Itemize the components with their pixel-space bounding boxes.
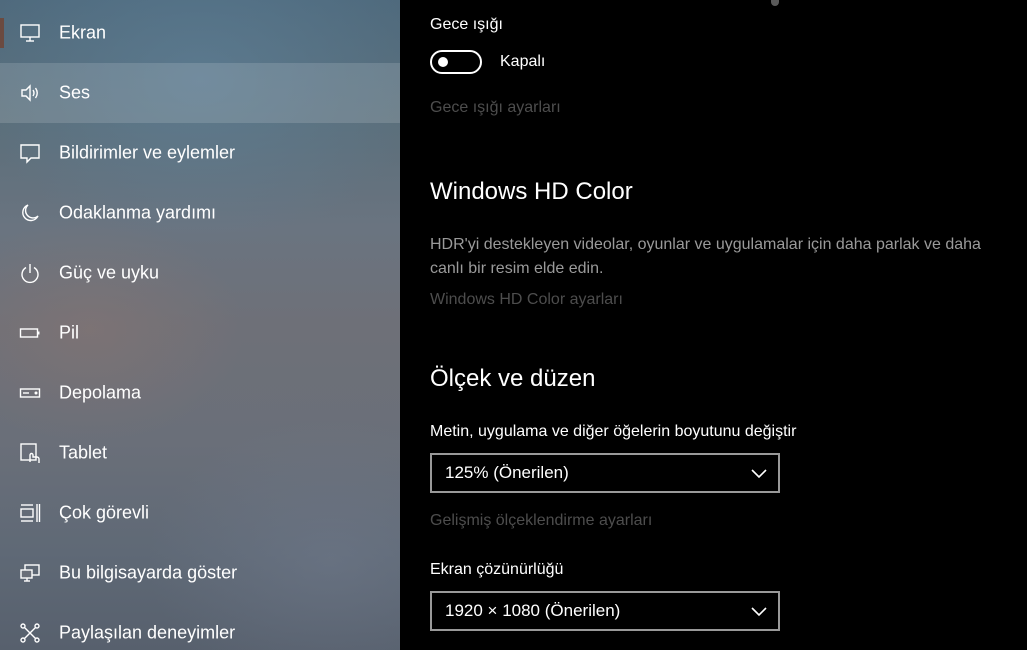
resolution-label: Ekran çözünürlüğü <box>430 561 564 578</box>
resolution-dropdown[interactable]: 1920 × 1080 (Önerilen) <box>430 591 780 631</box>
hd-color-description: HDR'yi destekleyen videolar, oyunlar ve … <box>430 236 981 277</box>
sidebar-item-paylasilan-deneyimler[interactable]: Paylaşılan deneyimler <box>0 603 400 650</box>
moon-icon <box>19 202 41 224</box>
sidebar-item-label: Çok görevli <box>59 502 150 523</box>
night-light-toggle-state: Kapalı <box>500 53 546 70</box>
display-icon <box>19 22 41 44</box>
storage-icon <box>19 382 41 404</box>
scrollbar-thumb[interactable] <box>771 0 779 6</box>
tablet-icon <box>19 442 41 464</box>
sidebar-item-label: Tablet <box>59 442 108 463</box>
sidebar-item-label: Bildirimler ve eylemler <box>59 142 236 163</box>
multitasking-icon <box>19 502 41 524</box>
sidebar-item-guc[interactable]: Güç ve uyku <box>0 243 400 303</box>
battery-icon <box>19 322 41 344</box>
sidebar-item-tablet[interactable]: Tablet <box>0 423 400 483</box>
sidebar-item-label: Bu bilgisayarda göster <box>59 562 238 583</box>
main-content: Gece ışığı Kapalı Gece ışığı ayarları Wi… <box>400 0 1027 650</box>
sidebar-item-depolama[interactable]: Depolama <box>0 363 400 423</box>
power-icon <box>19 262 41 284</box>
sidebar-item-label: Pil <box>59 322 80 343</box>
notification-icon <box>19 142 41 164</box>
project-icon <box>19 562 41 584</box>
scale-label: Metin, uygulama ve diğer öğelerin boyutu… <box>430 423 797 440</box>
sidebar-item-label: Ses <box>59 82 91 103</box>
sidebar-item-odaklanma[interactable]: Odaklanma yardımı <box>0 183 400 243</box>
scale-layout-title: Ölçek ve düzen <box>430 365 596 392</box>
night-light-title: Gece ışığı <box>430 16 503 33</box>
sidebar-item-bu-bilgisayarda-goster[interactable]: Bu bilgisayarda göster <box>0 543 400 603</box>
sidebar-item-label: Odaklanma yardımı <box>59 202 217 223</box>
sidebar-item-label: Paylaşılan deneyimler <box>59 622 236 643</box>
sidebar-item-bildirimler[interactable]: Bildirimler ve eylemler <box>0 123 400 183</box>
sidebar-item-label: Güç ve uyku <box>59 262 160 283</box>
hd-color-title: Windows HD Color <box>430 178 633 205</box>
night-light-toggle[interactable] <box>430 50 482 74</box>
scale-dropdown-value: 125% (Önerilen) <box>445 463 569 482</box>
speaker-icon <box>19 82 41 104</box>
night-light-settings-link[interactable]: Gece ışığı ayarları <box>430 99 561 117</box>
sidebar-item-ekran[interactable]: Ekran <box>0 3 400 63</box>
toggle-knob <box>438 57 448 67</box>
shared-icon <box>19 622 41 644</box>
sidebar-item-label: Depolama <box>59 382 142 403</box>
scale-dropdown[interactable]: 125% (Önerilen) <box>430 453 780 493</box>
resolution-dropdown-value: 1920 × 1080 (Önerilen) <box>445 601 621 620</box>
chevron-down-icon <box>751 469 767 479</box>
sidebar-item-pil[interactable]: Pil <box>0 303 400 363</box>
advanced-scaling-link[interactable]: Gelişmiş ölçeklendirme ayarları <box>430 512 652 530</box>
hd-color-settings-link[interactable]: Windows HD Color ayarları <box>430 291 623 309</box>
sidebar-item-label: Ekran <box>59 22 107 43</box>
sidebar: Ekran Ses Bildirimler ve eylemler Odakla… <box>0 0 400 650</box>
chevron-down-icon <box>751 607 767 617</box>
sidebar-item-ses[interactable]: Ses <box>0 63 400 123</box>
sidebar-item-cok-gorevli[interactable]: Çok görevli <box>0 483 400 543</box>
